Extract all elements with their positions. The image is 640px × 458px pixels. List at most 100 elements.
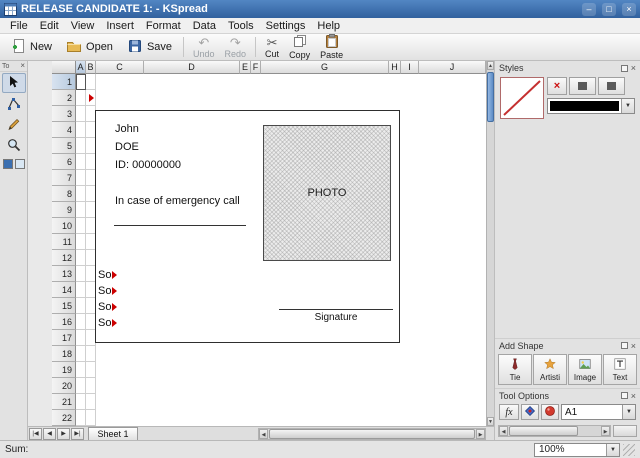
tab-nav-button[interactable]: ▶ [57,428,70,440]
close-button[interactable]: × [622,3,636,16]
overflow-cell[interactable]: So [98,284,117,298]
overflow-cell[interactable]: So [98,268,117,282]
column-header[interactable]: H [389,61,401,74]
row-header[interactable]: 14 [52,282,76,298]
column-header[interactable]: J [419,61,486,74]
redo-button[interactable]: ↷ Redo [221,35,251,59]
menu-item[interactable]: Insert [100,18,140,33]
open-button[interactable]: Open [60,35,119,59]
scroll-right-button[interactable]: ▶ [601,426,610,436]
column-header[interactable]: A [76,61,86,74]
scroll-up-button[interactable]: ▲ [487,61,494,70]
tools-dock-header[interactable]: To × [0,61,27,72]
menu-item[interactable]: Settings [260,18,312,33]
column-header[interactable]: D [144,61,240,74]
tab-nav-button[interactable]: ▶| [71,428,84,440]
sheet-tab[interactable]: Sheet 1 [88,427,138,440]
row-header[interactable]: 20 [52,378,76,394]
dropdown-arrow-icon[interactable]: ▼ [622,405,635,419]
vertical-scroll-thumb[interactable] [487,72,494,122]
save-button[interactable]: Save [121,35,178,59]
close-icon[interactable]: × [631,64,636,72]
tab-nav-button[interactable]: |◀ [29,428,42,440]
style-preset-button-1[interactable] [569,77,596,95]
row-header[interactable]: 5 [52,138,76,154]
dropdown-arrow-icon[interactable]: ▼ [606,444,619,456]
row-header[interactable]: 8 [52,186,76,202]
overflow-cell[interactable]: So [98,300,117,314]
new-button[interactable]: New [4,35,58,59]
column-header[interactable]: G [261,61,389,74]
menu-item[interactable]: File [4,18,34,33]
maximize-button[interactable]: □ [602,3,616,16]
menu-item[interactable]: Edit [34,18,65,33]
float-docker-icon[interactable] [621,392,628,399]
panel-scroll-thumb[interactable] [509,426,578,436]
sheet-grid[interactable]: John DOE ID: 00000000 In case of emergen… [76,74,486,426]
titlebar[interactable]: RELEASE CANDIDATE 1: - KSpread – □ × [0,0,640,18]
paste-button[interactable]: Paste [316,35,347,59]
row-header[interactable]: 10 [52,218,76,234]
row-header[interactable]: 9 [52,202,76,218]
shape-button-text[interactable]: Text [603,354,637,385]
select-tool-button[interactable] [2,73,26,93]
close-icon[interactable]: × [631,342,636,350]
zoom-combobox[interactable]: 100% ▼ [534,443,620,457]
row-header[interactable]: 18 [52,346,76,362]
minimize-button[interactable]: – [582,3,596,16]
resize-grip[interactable] [623,444,635,456]
formula-button[interactable]: fx [499,404,519,420]
style-preset-button-2[interactable] [598,77,625,95]
row-header[interactable]: 19 [52,362,76,378]
close-icon[interactable]: × [631,392,636,400]
add-shape-docker-header[interactable]: Add Shape × [495,338,640,352]
panel-corner-button[interactable] [613,425,637,437]
menu-item[interactable]: Format [140,18,187,33]
fill-color-swatch[interactable] [15,159,25,169]
row-header[interactable]: 11 [52,234,76,250]
column-header[interactable]: F [251,61,261,74]
menu-item[interactable]: View [65,18,101,33]
photo-placeholder[interactable]: PHOTO [263,125,391,261]
zoom-tool-button[interactable] [2,136,26,156]
row-header[interactable]: 6 [52,154,76,170]
pencil-tool-button[interactable] [2,115,26,135]
float-docker-icon[interactable] [621,65,628,72]
row-header[interactable]: 15 [52,298,76,314]
panel-horizontal-scrollbar[interactable]: ◀ ▶ [498,425,611,437]
tool-options-docker-header[interactable]: Tool Options × [495,388,640,402]
remove-style-button[interactable]: × [547,77,567,95]
tab-nav-button[interactable]: ◀ [43,428,56,440]
row-header[interactable]: 4 [52,122,76,138]
menu-item[interactable]: Tools [222,18,260,33]
row-header[interactable]: 22 [52,410,76,426]
color-style-combobox[interactable]: ▼ [547,98,635,114]
column-header[interactable]: B [86,61,96,74]
row-header[interactable]: 1 [52,74,76,90]
menu-item[interactable]: Data [187,18,222,33]
horizontal-scroll-thumb[interactable] [269,429,475,439]
shape-button-tie[interactable]: Tie [498,354,532,385]
scroll-left-button[interactable]: ◀ [259,429,268,439]
diamond-marker-button[interactable] [521,404,539,420]
row-header[interactable]: 2 [52,90,76,106]
float-docker-icon[interactable] [621,342,628,349]
overflow-cell[interactable]: So [98,316,117,330]
stroke-color-swatch[interactable] [3,159,13,169]
select-all-corner[interactable] [52,61,76,74]
path-tool-button[interactable] [2,94,26,114]
row-header[interactable]: 16 [52,314,76,330]
shape-button-artistic-text[interactable]: Artisti [533,354,567,385]
id-card-shape[interactable]: John DOE ID: 00000000 In case of emergen… [95,110,400,343]
copy-button[interactable]: Copy [285,35,314,59]
menu-item[interactable]: Help [311,18,346,33]
row-header[interactable]: 7 [52,170,76,186]
undo-button[interactable]: ↶ Undo [189,35,219,59]
row-header[interactable]: 12 [52,250,76,266]
red-circle-button[interactable] [541,404,559,420]
column-header[interactable]: I [401,61,419,74]
shape-button-image[interactable]: Image [568,354,602,385]
scroll-right-button[interactable]: ▶ [476,429,485,439]
vertical-scrollbar[interactable]: ▲ ▼ [486,61,494,426]
row-header[interactable]: 13 [52,266,76,282]
